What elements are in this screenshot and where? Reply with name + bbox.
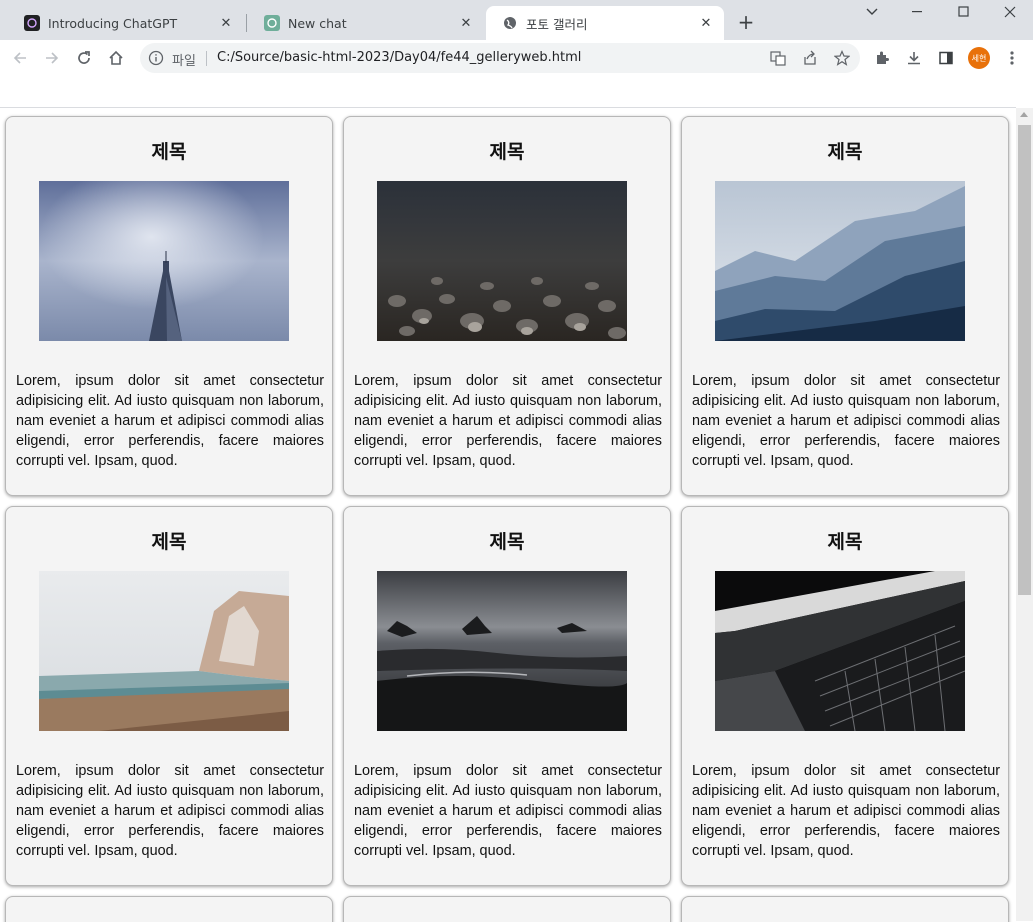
chatgpt-green-icon — [264, 15, 280, 31]
url-text[interactable]: C:/Source/basic-html-2023/Day04/fe44_gel… — [217, 50, 581, 65]
photo-skyscraper — [39, 181, 289, 341]
share-icon[interactable] — [801, 49, 819, 67]
photo-architecture — [715, 571, 965, 731]
tab-strip: Introducing ChatGPT ✕ New chat ✕ 포토 갤러리 … — [0, 0, 1033, 40]
gallery-card-partial — [681, 896, 1009, 922]
card-title: 제목 — [151, 531, 187, 553]
address-divider — [206, 51, 207, 66]
gallery-card: 제목 Lorem, ipsum dolor sit amet consectet… — [5, 116, 333, 496]
gallery-card-partial — [343, 896, 671, 922]
chatgpt-dark-icon — [24, 15, 40, 31]
back-icon[interactable] — [8, 46, 32, 70]
tab-label: 포토 갤러리 — [526, 16, 588, 32]
tab-label: New chat — [288, 15, 347, 31]
photo-rocky-shore — [377, 571, 627, 731]
translate-icon[interactable] — [769, 49, 787, 67]
card-text: Lorem, ipsum dolor sit amet consectetur … — [16, 373, 324, 469]
tab-label: Introducing ChatGPT — [48, 15, 178, 31]
browser-toolbar: 파일 C:/Source/basic-html-2023/Day04/fe44_… — [0, 40, 1033, 76]
globe-icon — [502, 15, 518, 31]
tab-new-chat[interactable]: New chat ✕ — [248, 6, 484, 40]
close-window-button[interactable] — [987, 0, 1033, 24]
card-title: 제목 — [151, 141, 187, 163]
page-viewport: 제목 Lorem, ipsum dolor sit amet consectet… — [0, 107, 1016, 922]
close-tab-icon[interactable]: ✕ — [218, 15, 234, 31]
scrollbar-thumb[interactable] — [1018, 125, 1031, 595]
gallery-card: 제목 Lorem, ipsum dolor sit amet consectet… — [681, 506, 1009, 886]
gallery-grid: 제목 Lorem, ipsum dolor sit amet consectet… — [5, 116, 1010, 922]
close-tab-icon[interactable]: ✕ — [458, 15, 474, 31]
bookmark-star-icon[interactable] — [833, 49, 851, 67]
close-tab-icon[interactable]: ✕ — [698, 15, 714, 31]
tab-photo-gallery[interactable]: 포토 갤러리 ✕ — [486, 6, 724, 40]
home-icon[interactable] — [104, 46, 128, 70]
card-text: Lorem, ipsum dolor sit amet consectetur … — [692, 373, 1000, 469]
card-text: Lorem, ipsum dolor sit amet consectetur … — [16, 763, 324, 859]
forward-icon[interactable] — [40, 46, 64, 70]
vertical-scrollbar[interactable] — [1016, 108, 1033, 921]
gallery-card: 제목 Lorem, ipsum dolor sit amet consectet… — [343, 116, 671, 496]
card-title: 제목 — [827, 531, 863, 553]
gallery-card: 제목 Lorem, ipsum dolor sit amet consectet… — [5, 506, 333, 886]
tab-introducing-chatgpt[interactable]: Introducing ChatGPT ✕ — [8, 6, 244, 40]
extensions-icon[interactable] — [870, 46, 894, 70]
card-text: Lorem, ipsum dolor sit amet consectetur … — [692, 763, 1000, 859]
card-text: Lorem, ipsum dolor sit amet consectetur … — [354, 763, 662, 859]
photo-mountains — [715, 181, 965, 341]
new-tab-button[interactable]: + — [734, 10, 758, 34]
reload-icon[interactable] — [72, 46, 96, 70]
card-title: 제목 — [827, 141, 863, 163]
scroll-up-arrow-icon[interactable] — [1020, 112, 1028, 117]
photo-pebbles — [377, 181, 627, 341]
card-text: Lorem, ipsum dolor sit amet consectetur … — [354, 373, 662, 469]
gallery-card-partial — [5, 896, 333, 922]
card-title: 제목 — [489, 531, 525, 553]
address-bar[interactable]: 파일 C:/Source/basic-html-2023/Day04/fe44_… — [140, 43, 860, 73]
scheme-label: 파일 — [172, 54, 196, 69]
gallery-card: 제목 Lorem, ipsum dolor sit amet consectet… — [343, 506, 671, 886]
download-icon[interactable] — [902, 46, 926, 70]
tab-separator — [246, 14, 247, 32]
side-panel-icon[interactable] — [934, 46, 958, 70]
site-info-icon[interactable] — [148, 50, 164, 66]
profile-avatar[interactable]: 세현 — [968, 47, 990, 69]
maximize-button[interactable] — [941, 0, 987, 24]
card-title: 제목 — [489, 141, 525, 163]
minimize-button[interactable] — [895, 0, 941, 24]
menu-kebab-icon[interactable] — [1000, 46, 1024, 70]
gallery-card: 제목 Lorem, ipsum dolor sit amet consectet… — [681, 116, 1009, 496]
tab-search-icon[interactable] — [849, 0, 895, 24]
photo-cliffs — [39, 571, 289, 731]
